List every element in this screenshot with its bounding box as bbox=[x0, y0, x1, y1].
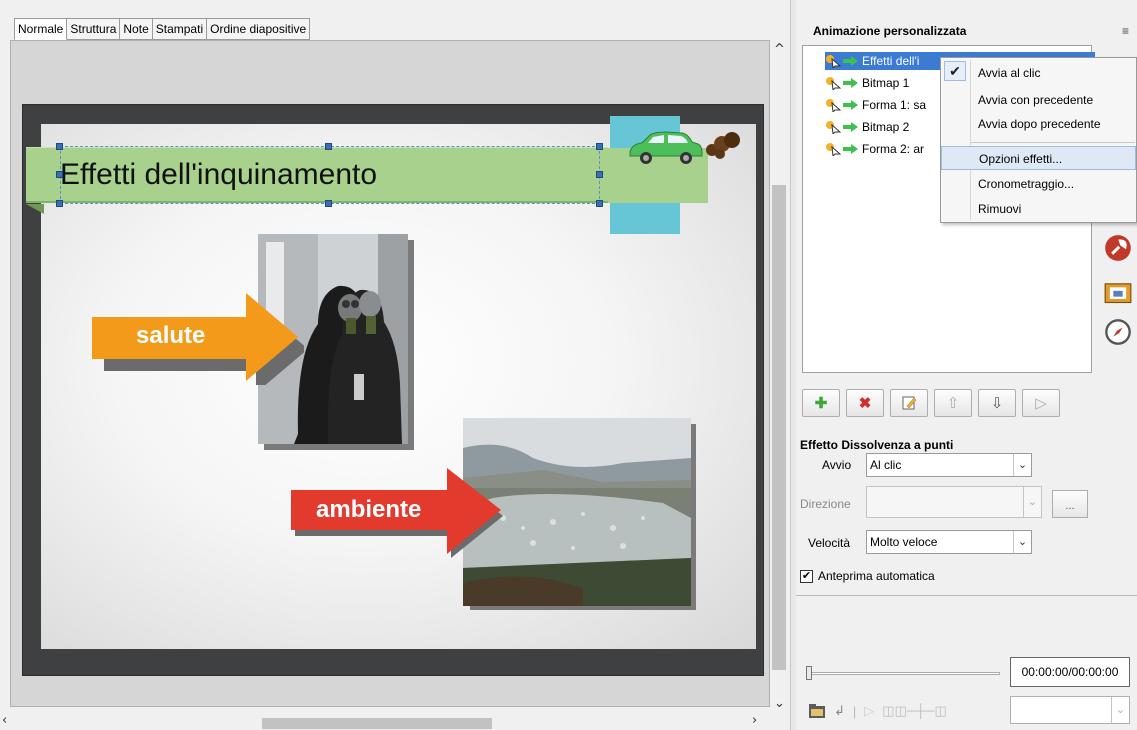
click-trigger-icon bbox=[826, 143, 841, 156]
tab-stampati[interactable]: Stampati bbox=[152, 18, 208, 40]
selection-handle[interactable] bbox=[596, 171, 603, 178]
vertical-scroll-thumb[interactable] bbox=[772, 185, 786, 670]
arrow-down-icon: ⇩ bbox=[990, 395, 1004, 412]
play-icon: ▷ bbox=[1035, 395, 1047, 412]
list-item-label: Bitmap 1 bbox=[862, 76, 910, 90]
list-item-label: Effetti dell'i bbox=[862, 54, 920, 68]
direction-select[interactable]: ⌄ bbox=[866, 486, 1042, 518]
menu-item-opzioni-effetti[interactable]: Opzioni effetti... bbox=[941, 146, 1136, 170]
click-trigger-icon bbox=[826, 121, 841, 134]
zoom-select[interactable]: ⌄ bbox=[1010, 696, 1130, 724]
slide-title[interactable]: Effetti dell'inquinamento bbox=[60, 155, 377, 195]
menu-item-rimuovi[interactable]: Rimuovi bbox=[941, 197, 1136, 221]
navigator-icon[interactable] bbox=[1104, 318, 1132, 346]
horizontal-scrollbar[interactable]: ‹ › bbox=[0, 713, 770, 730]
click-trigger-icon bbox=[826, 55, 841, 68]
list-item[interactable]: Forma 2: ar bbox=[825, 140, 924, 158]
add-effect-button[interactable]: ✚ bbox=[802, 389, 840, 417]
horizontal-scroll-thumb[interactable] bbox=[262, 718, 492, 729]
timeline-track bbox=[806, 672, 1000, 675]
arrow-ambiente-label: ambiente bbox=[316, 496, 422, 523]
start-select[interactable]: Al clic ⌄ bbox=[866, 453, 1032, 477]
menu-item-avvia-al-clic[interactable]: Avvia al clic bbox=[941, 61, 1136, 85]
start-value: Al clic bbox=[870, 458, 902, 472]
edit-effect-button[interactable] bbox=[890, 389, 928, 417]
entrance-effect-icon bbox=[843, 100, 858, 110]
timeline-thumb[interactable] bbox=[806, 666, 812, 680]
list-item-label: Forma 1: sa bbox=[862, 98, 927, 112]
menu-item-cronometraggio[interactable]: Cronometraggio... bbox=[941, 172, 1136, 196]
chevron-down-icon[interactable]: ⌄ bbox=[1013, 454, 1031, 476]
separator-icon: | bbox=[852, 703, 857, 719]
list-item[interactable]: Bitmap 1 bbox=[825, 74, 909, 92]
view-tabs: Normale Struttura Note Stampati Ordine d… bbox=[14, 18, 311, 40]
selection-handle[interactable] bbox=[596, 200, 603, 207]
entrance-effect-icon bbox=[843, 78, 858, 88]
plus-icon: ✚ bbox=[814, 395, 828, 412]
tab-struttura[interactable]: Struttura bbox=[67, 18, 121, 40]
menu-separator bbox=[971, 142, 1135, 143]
effect-heading: Effetto Dissolvenza a punti bbox=[800, 438, 954, 452]
preview-checkbox[interactable]: ✔ bbox=[800, 570, 813, 583]
scroll-left-icon[interactable]: ‹ bbox=[2, 713, 7, 728]
panel-menu-icon[interactable]: ≡ bbox=[1122, 24, 1129, 38]
start-label: Avvio bbox=[822, 458, 852, 472]
chevron-down-icon[interactable]: ⌄ bbox=[1013, 531, 1031, 553]
play-button[interactable]: ▷ bbox=[1022, 389, 1060, 417]
menu-item-avvia-con-precedente[interactable]: Avvia con precedente bbox=[941, 88, 1136, 112]
chevron-down-icon[interactable]: ⌄ bbox=[1111, 697, 1129, 723]
folder-icon[interactable] bbox=[808, 703, 826, 719]
tab-ordine-diapositive[interactable]: Ordine diapositive bbox=[207, 18, 311, 40]
speed-select[interactable]: Molto veloce ⌄ bbox=[866, 530, 1032, 554]
speed-value: Molto veloce bbox=[870, 535, 938, 549]
list-item-label: Bitmap 2 bbox=[862, 120, 910, 134]
arrow-up-icon: ⇧ bbox=[946, 395, 960, 412]
car-smoke-image[interactable] bbox=[626, 130, 744, 170]
scroll-up-icon[interactable]: ^ bbox=[774, 42, 785, 57]
timeline-slider[interactable] bbox=[806, 666, 1000, 680]
tab-note[interactable]: Note bbox=[120, 18, 153, 40]
click-trigger-icon bbox=[826, 99, 841, 112]
entrance-effect-icon bbox=[843, 122, 858, 132]
wrench-icon[interactable] bbox=[1104, 234, 1132, 262]
selection-handle[interactable] bbox=[56, 143, 63, 150]
direction-label: Direzione bbox=[800, 497, 851, 511]
panel-title: Animazione personalizzata bbox=[813, 24, 967, 38]
list-item[interactable]: Forma 1: sa bbox=[825, 96, 926, 114]
speed-label: Velocità bbox=[808, 536, 851, 550]
arrow-salute-label: salute bbox=[136, 322, 206, 349]
selection-handle[interactable] bbox=[325, 143, 332, 150]
list-item-label: Forma 2: ar bbox=[862, 142, 925, 156]
remove-effect-button[interactable]: ✖ bbox=[846, 389, 884, 417]
menu-item-avvia-dopo-precedente[interactable]: Avvia dopo precedente bbox=[941, 112, 1136, 136]
preview-label: Anteprima automatica bbox=[818, 569, 935, 583]
direction-options-button[interactable]: ... bbox=[1052, 490, 1088, 518]
scroll-right-icon[interactable]: › bbox=[752, 713, 757, 728]
volume-icon[interactable]: ◫◫─┼─◫ bbox=[882, 703, 946, 719]
play-icon[interactable]: ▷ bbox=[864, 703, 874, 719]
gallery-icon[interactable] bbox=[1104, 278, 1132, 306]
context-menu: ✔ Avvia al clic Avvia con precedente Avv… bbox=[940, 57, 1137, 223]
click-trigger-icon bbox=[826, 77, 841, 90]
time-display: 00:00:00/00:00:00 bbox=[1010, 657, 1130, 687]
move-up-button[interactable]: ⇧ bbox=[934, 389, 972, 417]
vertical-scrollbar[interactable]: ^ ⌄ bbox=[770, 40, 788, 717]
delete-icon: ✖ bbox=[858, 395, 872, 412]
list-item[interactable]: Bitmap 2 bbox=[825, 118, 909, 136]
animation-toolbar: ✚ ✖ ⇧ ⇩ ▷ bbox=[802, 389, 1060, 419]
selection-handle[interactable] bbox=[596, 143, 603, 150]
selection-handle[interactable] bbox=[56, 171, 63, 178]
selection-handle[interactable] bbox=[56, 200, 63, 207]
media-toolbar: ↲ | ▷ ◫◫─┼─◫ bbox=[808, 700, 947, 722]
edit-icon bbox=[902, 396, 917, 410]
divider bbox=[796, 595, 1137, 596]
scroll-down-icon[interactable]: ⌄ bbox=[774, 696, 785, 711]
move-down-button[interactable]: ⇩ bbox=[978, 389, 1016, 417]
selection-handle[interactable] bbox=[325, 200, 332, 207]
chevron-down-icon[interactable]: ⌄ bbox=[1023, 487, 1041, 517]
entrance-effect-icon bbox=[843, 144, 858, 154]
insert-icon[interactable]: ↲ bbox=[834, 703, 845, 719]
tab-normale[interactable]: Normale bbox=[14, 18, 68, 40]
entrance-effect-icon bbox=[843, 56, 858, 66]
